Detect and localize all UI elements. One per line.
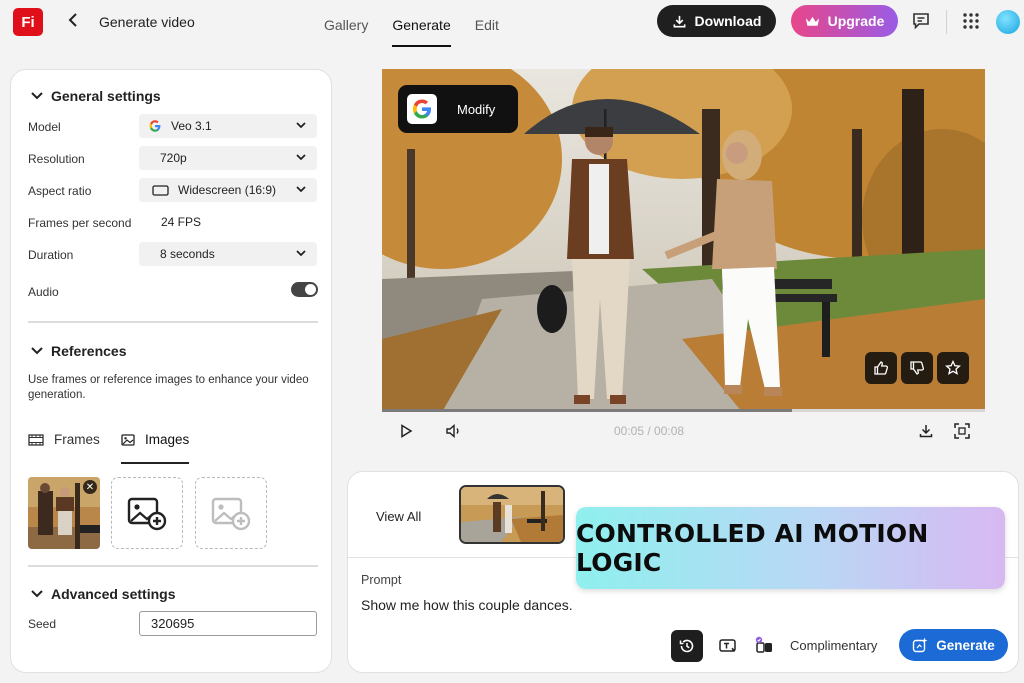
active-tab-indicator xyxy=(121,462,189,464)
add-image-icon xyxy=(211,497,251,531)
thumbs-down-icon[interactable] xyxy=(901,352,933,384)
resolution-label: Resolution xyxy=(28,152,85,166)
tab-generate[interactable]: Generate xyxy=(392,0,451,47)
duration-label: Duration xyxy=(28,248,74,262)
model-label: Model xyxy=(28,120,61,134)
settings-panel: General settings Model Veo 3.1 Resolutio… xyxy=(10,69,332,673)
chevron-down-icon xyxy=(31,92,43,100)
duration-select[interactable]: 8 seconds xyxy=(139,242,317,266)
chevron-down-icon xyxy=(296,154,306,161)
history-icon[interactable] xyxy=(671,630,703,662)
crown-icon xyxy=(805,16,819,26)
header-divider xyxy=(946,10,947,34)
google-icon xyxy=(149,120,161,132)
chevron-down-icon xyxy=(296,250,306,257)
film-frames-icon xyxy=(28,433,44,446)
thumbs-up-icon[interactable] xyxy=(865,352,897,384)
text-effects-icon[interactable] xyxy=(712,630,744,662)
general-settings-header[interactable]: General settings xyxy=(31,88,161,104)
aspect-ratio-select[interactable]: Widescreen (16:9) xyxy=(139,178,317,202)
chevron-down-icon xyxy=(31,347,43,355)
generate-label: Generate xyxy=(936,637,995,653)
audio-label: Audio xyxy=(28,285,59,299)
volume-icon[interactable] xyxy=(443,420,465,442)
page-title: Generate video xyxy=(99,14,195,30)
toggle-knob xyxy=(305,284,316,295)
aspect-ratio-label: Aspect ratio xyxy=(28,184,92,198)
remove-reference-button[interactable]: ✕ xyxy=(83,480,97,494)
download-label: Download xyxy=(694,13,762,29)
widescreen-icon xyxy=(152,184,169,196)
seed-input[interactable] xyxy=(139,611,317,636)
back-chevron-icon[interactable] xyxy=(66,11,80,34)
section-divider xyxy=(28,565,318,567)
add-reference-image-slot-disabled[interactable] xyxy=(195,477,267,549)
video-progress-bar[interactable] xyxy=(382,409,985,412)
resolution-value: 720p xyxy=(160,151,187,165)
promo-banner: CONTROLLED AI MOTION LOGIC xyxy=(576,507,1005,589)
fullscreen-icon[interactable] xyxy=(951,420,973,442)
upgrade-label: Upgrade xyxy=(827,13,885,29)
avatar[interactable] xyxy=(996,10,1020,34)
fps-label: Frames per second xyxy=(28,216,132,230)
tab-frames[interactable]: Frames xyxy=(28,432,100,447)
generate-button[interactable]: Generate xyxy=(899,629,1008,661)
tab-gallery[interactable]: Gallery xyxy=(324,0,368,46)
references-title: References xyxy=(51,343,127,359)
references-help-text: Use frames or reference images to enhanc… xyxy=(28,374,309,401)
prompt-input[interactable]: Show me how this couple dances. xyxy=(361,597,573,613)
tab-images[interactable]: Images xyxy=(121,432,189,447)
download-button[interactable]: Download xyxy=(657,5,776,37)
tab-frames-label: Frames xyxy=(54,432,100,447)
audio-toggle[interactable] xyxy=(291,282,318,297)
add-image-icon xyxy=(127,497,167,531)
chevron-down-icon xyxy=(296,122,306,129)
model-value: Veo 3.1 xyxy=(171,119,212,133)
general-settings-title: General settings xyxy=(51,88,161,104)
star-icon[interactable] xyxy=(937,352,969,384)
generate-sparkle-icon xyxy=(913,637,928,653)
apps-grid-icon[interactable] xyxy=(960,10,982,32)
resolution-select[interactable]: 720p xyxy=(139,146,317,170)
aspect-ratio-value: Widescreen (16:9) xyxy=(178,183,277,197)
video-progress-fill xyxy=(382,409,793,412)
reference-image-thumbnail[interactable]: ✕ xyxy=(28,477,100,549)
top-bar: Fi Generate video Gallery Generate Edit … xyxy=(0,0,1024,47)
add-reference-image-slot[interactable] xyxy=(111,477,183,549)
advanced-settings-header[interactable]: Advanced settings xyxy=(31,586,175,602)
image-icon xyxy=(121,433,135,446)
time-total: 00:08 xyxy=(654,424,685,438)
tab-images-label: Images xyxy=(145,432,190,447)
modify-button[interactable]: Modify xyxy=(398,85,518,133)
feedback-icon[interactable] xyxy=(910,10,932,32)
history-thumbnail-image xyxy=(461,487,563,542)
history-thumbnail[interactable] xyxy=(459,485,565,544)
time-current: 00:05 xyxy=(614,424,645,438)
tab-edit[interactable]: Edit xyxy=(475,0,499,46)
view-all-link[interactable]: View All xyxy=(376,509,421,524)
prompt-label: Prompt xyxy=(361,573,402,587)
video-rating-actions xyxy=(865,352,970,384)
video-timecode: 00:05 / 00:08 xyxy=(614,424,684,438)
app-logo[interactable]: Fi xyxy=(13,8,43,36)
chevron-down-icon xyxy=(31,590,43,598)
section-divider xyxy=(28,321,318,323)
seed-label: Seed xyxy=(28,617,57,631)
google-icon xyxy=(407,94,437,124)
credits-icon[interactable] xyxy=(748,630,780,662)
chevron-down-icon xyxy=(296,186,306,193)
duration-value: 8 seconds xyxy=(160,247,215,261)
main-tabs: Gallery Generate Edit xyxy=(324,0,523,47)
modify-label: Modify xyxy=(457,101,496,117)
references-header[interactable]: References xyxy=(31,343,127,359)
play-icon[interactable] xyxy=(395,420,417,442)
download-icon xyxy=(673,15,685,27)
complimentary-label: Complimentary xyxy=(790,638,878,653)
model-select[interactable]: Veo 3.1 xyxy=(139,114,317,138)
fps-value: 24 FPS xyxy=(161,215,202,229)
upgrade-button[interactable]: Upgrade xyxy=(791,5,898,37)
download-video-icon[interactable] xyxy=(915,420,937,442)
banner-text: CONTROLLED AI MOTION LOGIC xyxy=(576,519,929,577)
advanced-settings-title: Advanced settings xyxy=(51,586,176,602)
